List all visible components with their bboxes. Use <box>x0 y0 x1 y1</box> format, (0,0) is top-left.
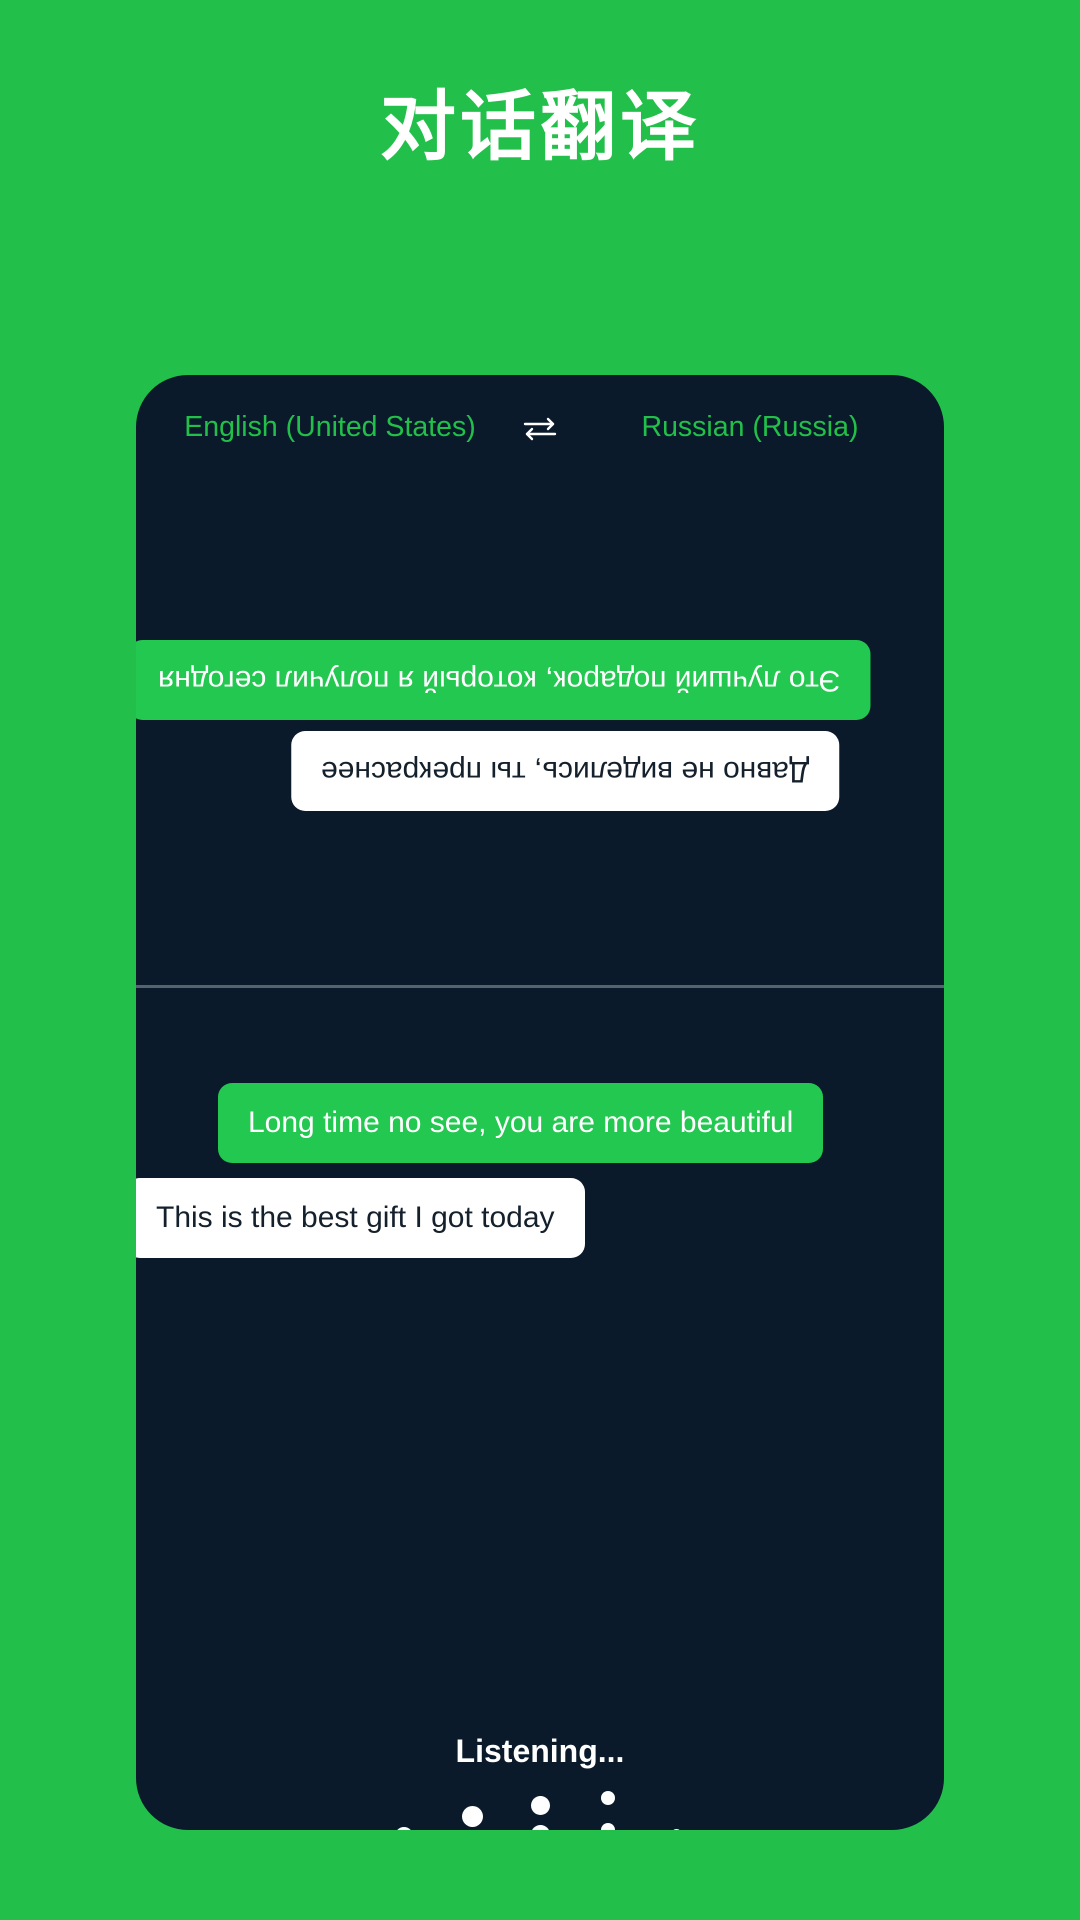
waveform-column <box>506 1791 574 1830</box>
app-screen: 对话翻译 English (United States) Russian (Ru… <box>0 0 1080 1920</box>
audio-waveform <box>136 1788 944 1830</box>
waveform-column <box>370 1822 438 1830</box>
message-bubble: Давно не виделись, ты прекраснее <box>291 731 840 811</box>
message-bubble: Long time no see, you are more beautiful <box>218 1083 824 1163</box>
local-conversation-panel: Long time no see, you are more beautiful… <box>136 988 944 1830</box>
waveform-column <box>642 1820 710 1830</box>
message-bubble: This is the best gift I got today <box>136 1178 585 1258</box>
phone-card: English (United States) Russian (Russia)… <box>136 375 944 1830</box>
waveform-dot <box>530 1796 550 1815</box>
waveform-column <box>438 1801 506 1831</box>
waveform-dot <box>601 1823 615 1830</box>
waveform-dot <box>461 1805 483 1827</box>
message-bubble: Это лучший подарок, который я получил се… <box>136 640 871 720</box>
waveform-dot <box>530 1825 550 1830</box>
listening-status: Listening... <box>455 1733 625 1769</box>
page-title: 对话翻译 <box>380 85 700 170</box>
waveform-column <box>574 1782 642 1830</box>
remote-conversation-panel: Это лучший подарок, который я получил се… <box>136 375 944 985</box>
waveform-dot <box>601 1791 615 1805</box>
waveform-dot <box>395 1827 413 1830</box>
waveform-dot <box>670 1829 682 1830</box>
